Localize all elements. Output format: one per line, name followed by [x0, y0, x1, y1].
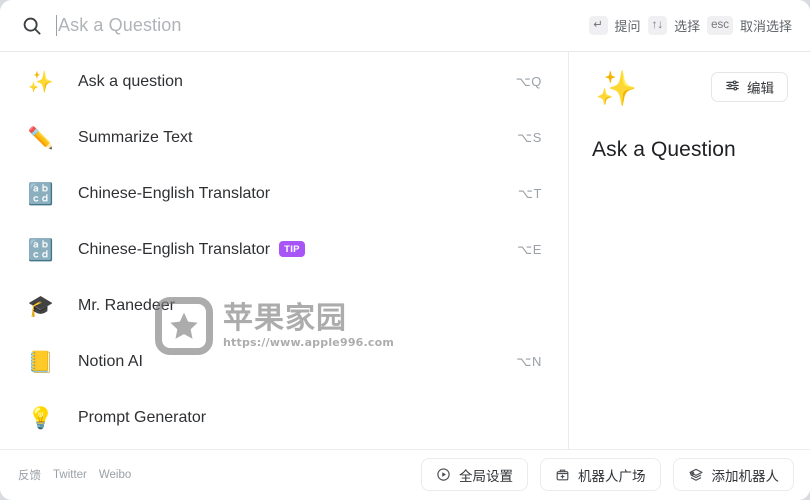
list-item-label: Mr. Ranedeer: [78, 297, 175, 314]
detail-header: ✨ 编辑: [592, 70, 788, 106]
search-bar: Ask a Question ↵ 提问 ↑↓ 选择 esc 取消选择: [0, 0, 810, 52]
list-item-label: Prompt Generator: [78, 409, 207, 426]
hint-label-cancel: 取消选择: [739, 19, 792, 34]
edit-button[interactable]: 编辑: [711, 72, 788, 102]
detail-title: Ask a Question: [592, 138, 736, 161]
list-item-shortcut: ⌥T: [517, 186, 542, 201]
settings-play-icon: [436, 467, 451, 482]
hint-submit: ↵ 提问: [588, 16, 641, 35]
lightbulb-icon: 💡: [27, 406, 55, 430]
list-item-shortcut: ⌥S: [517, 130, 542, 145]
robot-store-label: 机器人广场: [578, 468, 646, 484]
list-item-label: Notion AI: [78, 353, 143, 370]
sparkles-icon: ✨: [595, 70, 638, 108]
add-robot-button[interactable]: 添加机器人: [672, 458, 794, 491]
pencil-icon: ✏️: [27, 126, 55, 150]
robot-store-icon: [555, 467, 570, 482]
list-item[interactable]: 🔡 Chinese-English Translator ⌥T: [0, 166, 568, 222]
list-item-shortcut: ⌥E: [517, 242, 542, 257]
footer-bar: 反馈 Twitter Weibo 全局设置 机器人广场 添加机器人: [0, 449, 810, 499]
list-item[interactable]: 💡 Prompt Generator: [0, 390, 568, 446]
list-item-shortcut: ⌥N: [516, 354, 542, 369]
arrows-keycap: ↑↓: [647, 16, 668, 35]
hint-navigate: ↑↓ 选择: [647, 16, 701, 35]
notebook-icon: 📒: [27, 350, 55, 374]
robot-store-button[interactable]: 机器人广场: [540, 458, 661, 491]
footer-link-feedback[interactable]: 反馈: [18, 467, 41, 483]
esc-keycap: esc: [707, 16, 733, 35]
footer-links: 反馈 Twitter Weibo: [18, 467, 131, 483]
list-item[interactable]: ✨ Ask a question ⌥Q: [0, 54, 568, 110]
abc-icon: 🔡: [27, 238, 55, 262]
hint-cancel: esc 取消选择: [707, 16, 792, 35]
keyboard-hints: ↵ 提问 ↑↓ 选择 esc 取消选择: [588, 16, 792, 35]
footer-link-twitter[interactable]: Twitter: [53, 469, 87, 481]
search-placeholder: Ask a Question: [58, 15, 182, 35]
hint-label-navigate: 选择: [674, 19, 701, 34]
hint-label-submit: 提问: [614, 19, 641, 34]
list-item[interactable]: 🔡 Chinese-English Translator TIP ⌥E: [0, 222, 568, 278]
search-input[interactable]: Ask a Question: [56, 15, 589, 36]
list-item-label: Summarize Text: [78, 129, 193, 146]
sliders-icon: [725, 78, 740, 96]
global-settings-button[interactable]: 全局设置: [421, 458, 528, 491]
list-item[interactable]: 📒 Notion AI ⌥N: [0, 334, 568, 390]
graduation-cap-icon: 🎓: [27, 294, 55, 318]
enter-keycap: ↵: [588, 16, 608, 35]
command-palette-window: Ask a Question ↵ 提问 ↑↓ 选择 esc 取消选择 ✨ Ask…: [0, 0, 810, 500]
main-body: ✨ Ask a question ⌥Q ✏️ Summarize Text ⌥S…: [0, 52, 810, 449]
footer-link-weibo[interactable]: Weibo: [99, 469, 131, 481]
global-settings-label: 全局设置: [459, 468, 513, 484]
footer-buttons: 全局设置 机器人广场 添加机器人: [421, 458, 794, 491]
list-item[interactable]: ✏️ Summarize Text ⌥S: [0, 110, 568, 166]
detail-panel: ✨ 编辑 Ask a Question: [568, 52, 810, 449]
edit-button-label: 编辑: [747, 81, 774, 96]
abc-icon: 🔡: [27, 182, 55, 206]
list-item-label: Chinese-English Translator: [78, 241, 271, 258]
list-item-label: Ask a question: [78, 73, 183, 90]
add-robot-icon: [688, 467, 704, 483]
sparkles-icon: ✨: [27, 70, 55, 94]
list-item-label: Chinese-English Translator: [78, 185, 271, 202]
text-caret: [56, 15, 57, 36]
bot-list: ✨ Ask a question ⌥Q ✏️ Summarize Text ⌥S…: [0, 52, 568, 449]
add-robot-label: 添加机器人: [711, 468, 780, 484]
list-item[interactable]: 🎓 Mr. Ranedeer: [0, 278, 568, 334]
list-item-shortcut: ⌥Q: [515, 74, 542, 89]
tip-badge: TIP: [279, 241, 305, 257]
search-icon: [20, 14, 44, 38]
